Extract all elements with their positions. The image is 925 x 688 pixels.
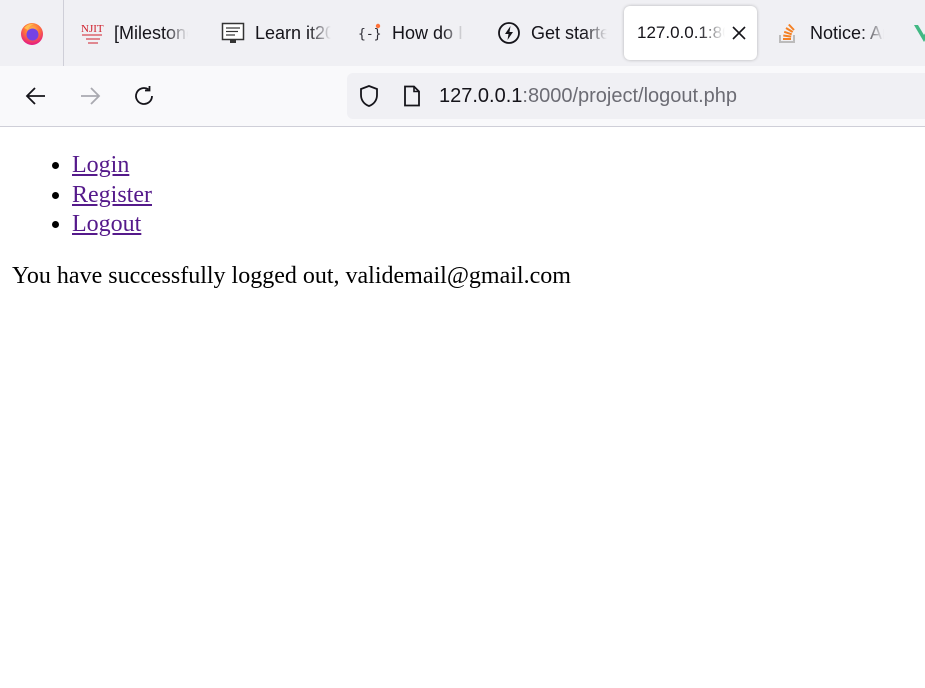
url-host: 127.0.0.1 bbox=[439, 85, 523, 107]
page-content: Login Register Logout You have successfu… bbox=[0, 127, 925, 688]
tab-how-do-i[interactable]: {-} How do I bbox=[358, 6, 464, 60]
tab-overflow[interactable] bbox=[912, 6, 925, 60]
login-link[interactable]: Login bbox=[72, 152, 129, 178]
reload-icon bbox=[135, 86, 153, 105]
vue-icon bbox=[912, 21, 925, 45]
tab-label: Notice: Ar bbox=[810, 22, 884, 43]
tab-milestone[interactable]: NJIT [Milestone bbox=[80, 6, 188, 60]
register-link[interactable]: Register bbox=[72, 182, 152, 208]
tab-label: 127.0.0.1:8000 bbox=[637, 23, 725, 42]
tracking-shield-icon[interactable] bbox=[357, 84, 381, 108]
firefox-view-button[interactable] bbox=[0, 0, 63, 66]
tab-label: How do I bbox=[392, 22, 464, 43]
tab-strip: NJIT [Milestone Learn it20 {-} How do I … bbox=[0, 0, 925, 66]
url-path: :8000/project/logout.php bbox=[522, 85, 738, 107]
tab-label: Get started bbox=[531, 22, 607, 43]
nav-list: Login Register Logout bbox=[0, 151, 925, 240]
navigation-toolbar: 127.0.0.1:8000/project/logout.php bbox=[0, 66, 925, 127]
tab-label: Learn it20 bbox=[255, 22, 331, 43]
tab-notice[interactable]: Notice: Ar bbox=[776, 6, 884, 60]
lightning-icon bbox=[497, 21, 521, 45]
list-item: Register bbox=[72, 181, 925, 211]
page-info-icon[interactable] bbox=[400, 84, 424, 108]
firefox-icon bbox=[20, 23, 43, 45]
close-tab-icon[interactable] bbox=[727, 21, 751, 45]
tab-localhost-active[interactable]: 127.0.0.1:8000 bbox=[624, 6, 757, 60]
tab-learn[interactable]: Learn it20 bbox=[221, 6, 331, 60]
logout-link[interactable]: Logout bbox=[72, 211, 141, 237]
url-bar[interactable]: 127.0.0.1:8000/project/logout.php bbox=[347, 73, 925, 119]
learn-icon bbox=[221, 21, 245, 45]
tab-get-started[interactable]: Get started bbox=[497, 6, 607, 60]
list-item: Logout bbox=[72, 210, 925, 240]
reload-button[interactable] bbox=[128, 80, 160, 112]
list-item: Login bbox=[72, 151, 925, 181]
braces-icon: {-} bbox=[358, 21, 382, 45]
tab-label: [Milestone bbox=[114, 22, 188, 43]
svg-text:NJIT: NJIT bbox=[81, 23, 104, 35]
tab-separator bbox=[63, 0, 64, 66]
njit-icon: NJIT bbox=[80, 21, 104, 45]
forward-arrow-icon bbox=[81, 87, 101, 105]
logout-message: You have successfully logged out, valide… bbox=[12, 262, 571, 289]
svg-text:{-}: {-} bbox=[358, 27, 381, 42]
url-text[interactable]: 127.0.0.1:8000/project/logout.php bbox=[439, 85, 737, 108]
forward-button[interactable] bbox=[74, 80, 106, 112]
stackoverflow-icon bbox=[776, 21, 800, 45]
back-arrow-icon bbox=[25, 87, 45, 105]
back-button[interactable] bbox=[20, 80, 52, 112]
